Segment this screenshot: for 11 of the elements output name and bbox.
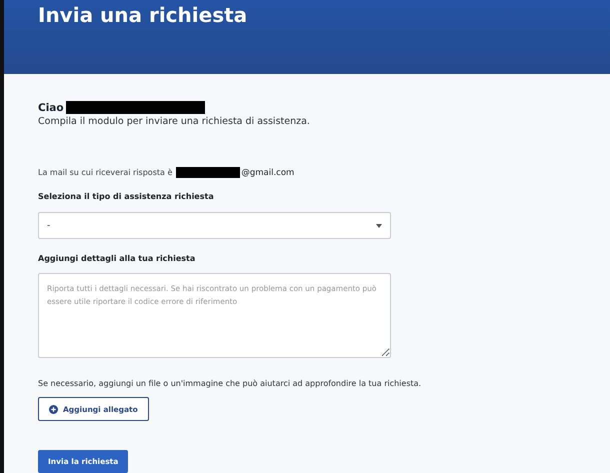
intro-text: Compila il modulo per inviare una richiesta di assistenza. <box>38 116 310 127</box>
field-label: Aggiungi dettagli alla tua richiesta <box>38 254 196 263</box>
type-select[interactable]: - <box>38 212 391 239</box>
email-label: La mail su cui riceverai risposta è <box>38 168 172 177</box>
plus-icon <box>49 404 58 414</box>
attachment-hint: Se necessario, aggiungi un file o un'immagine che può aiutarci ad approfondire la tua richiesta. <box>38 379 422 388</box>
caret-icon <box>376 224 382 228</box>
field-label: Seleziona il tipo di assistenza richiesta <box>38 192 214 201</box>
email-domain: @gmail.com <box>241 168 294 178</box>
greeting-text: Ciao <box>38 102 64 114</box>
page-title: Invia una richiesta <box>38 2 248 28</box>
